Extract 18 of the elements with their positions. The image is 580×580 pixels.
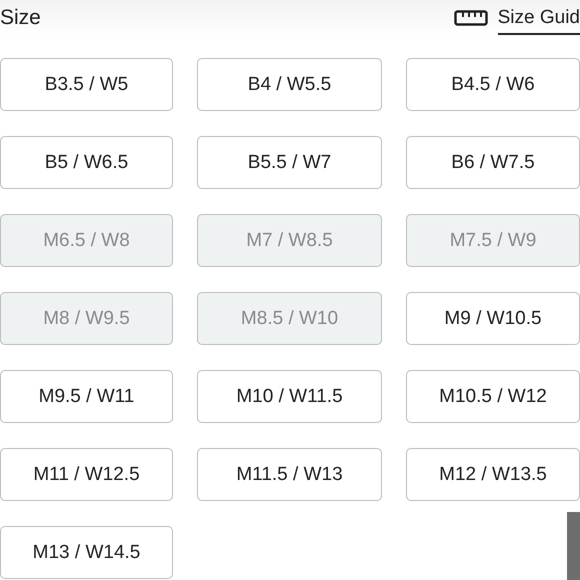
ruler-icon — [454, 10, 488, 26]
size-option[interactable]: M10 / W11.5 — [197, 370, 382, 423]
size-option[interactable]: B5.5 / W7 — [197, 136, 382, 189]
size-option[interactable]: B6 / W7.5 — [406, 136, 580, 189]
size-option[interactable]: M11 / W12.5 — [0, 448, 173, 501]
size-option[interactable]: M12 / W13.5 — [406, 448, 580, 501]
size-option[interactable]: M10.5 / W12 — [406, 370, 580, 423]
size-guide-link[interactable]: Size Guid — [498, 7, 580, 35]
size-option[interactable]: B5 / W6.5 — [0, 136, 173, 189]
scrollbar-thumb[interactable] — [567, 512, 580, 580]
size-option[interactable]: B4.5 / W6 — [406, 58, 580, 111]
size-option[interactable]: M13 / W14.5 — [0, 526, 173, 579]
size-option[interactable]: B3.5 / W5 — [0, 58, 173, 111]
size-option[interactable]: B4 / W5.5 — [197, 58, 382, 111]
section-title: Size — [0, 6, 41, 30]
size-option[interactable]: M9 / W10.5 — [406, 292, 580, 345]
size-option[interactable]: M9.5 / W11 — [0, 370, 173, 423]
size-option[interactable]: M11.5 / W13 — [197, 448, 382, 501]
